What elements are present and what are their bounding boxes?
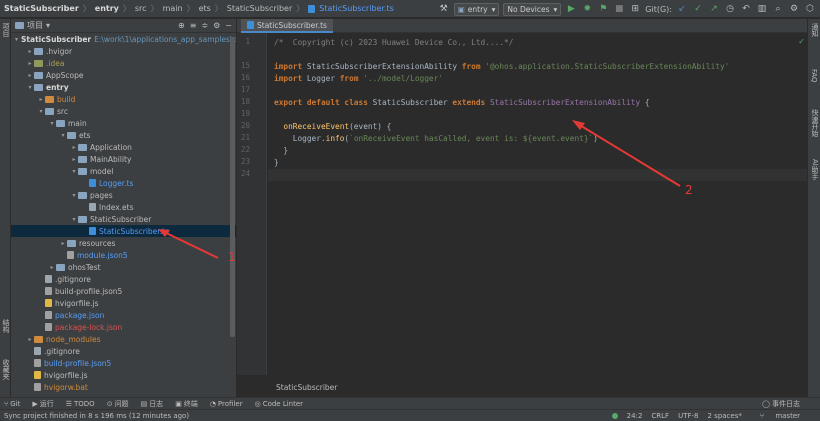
annotation-arrowhead-2 (572, 120, 585, 130)
annotation-label-1: 1 (228, 250, 236, 264)
annotation-label-2: 2 (685, 183, 693, 197)
annotation-arrow-1 (161, 230, 219, 259)
annotation-overlay (158, 120, 681, 259)
annotation-arrow-2 (577, 123, 681, 187)
